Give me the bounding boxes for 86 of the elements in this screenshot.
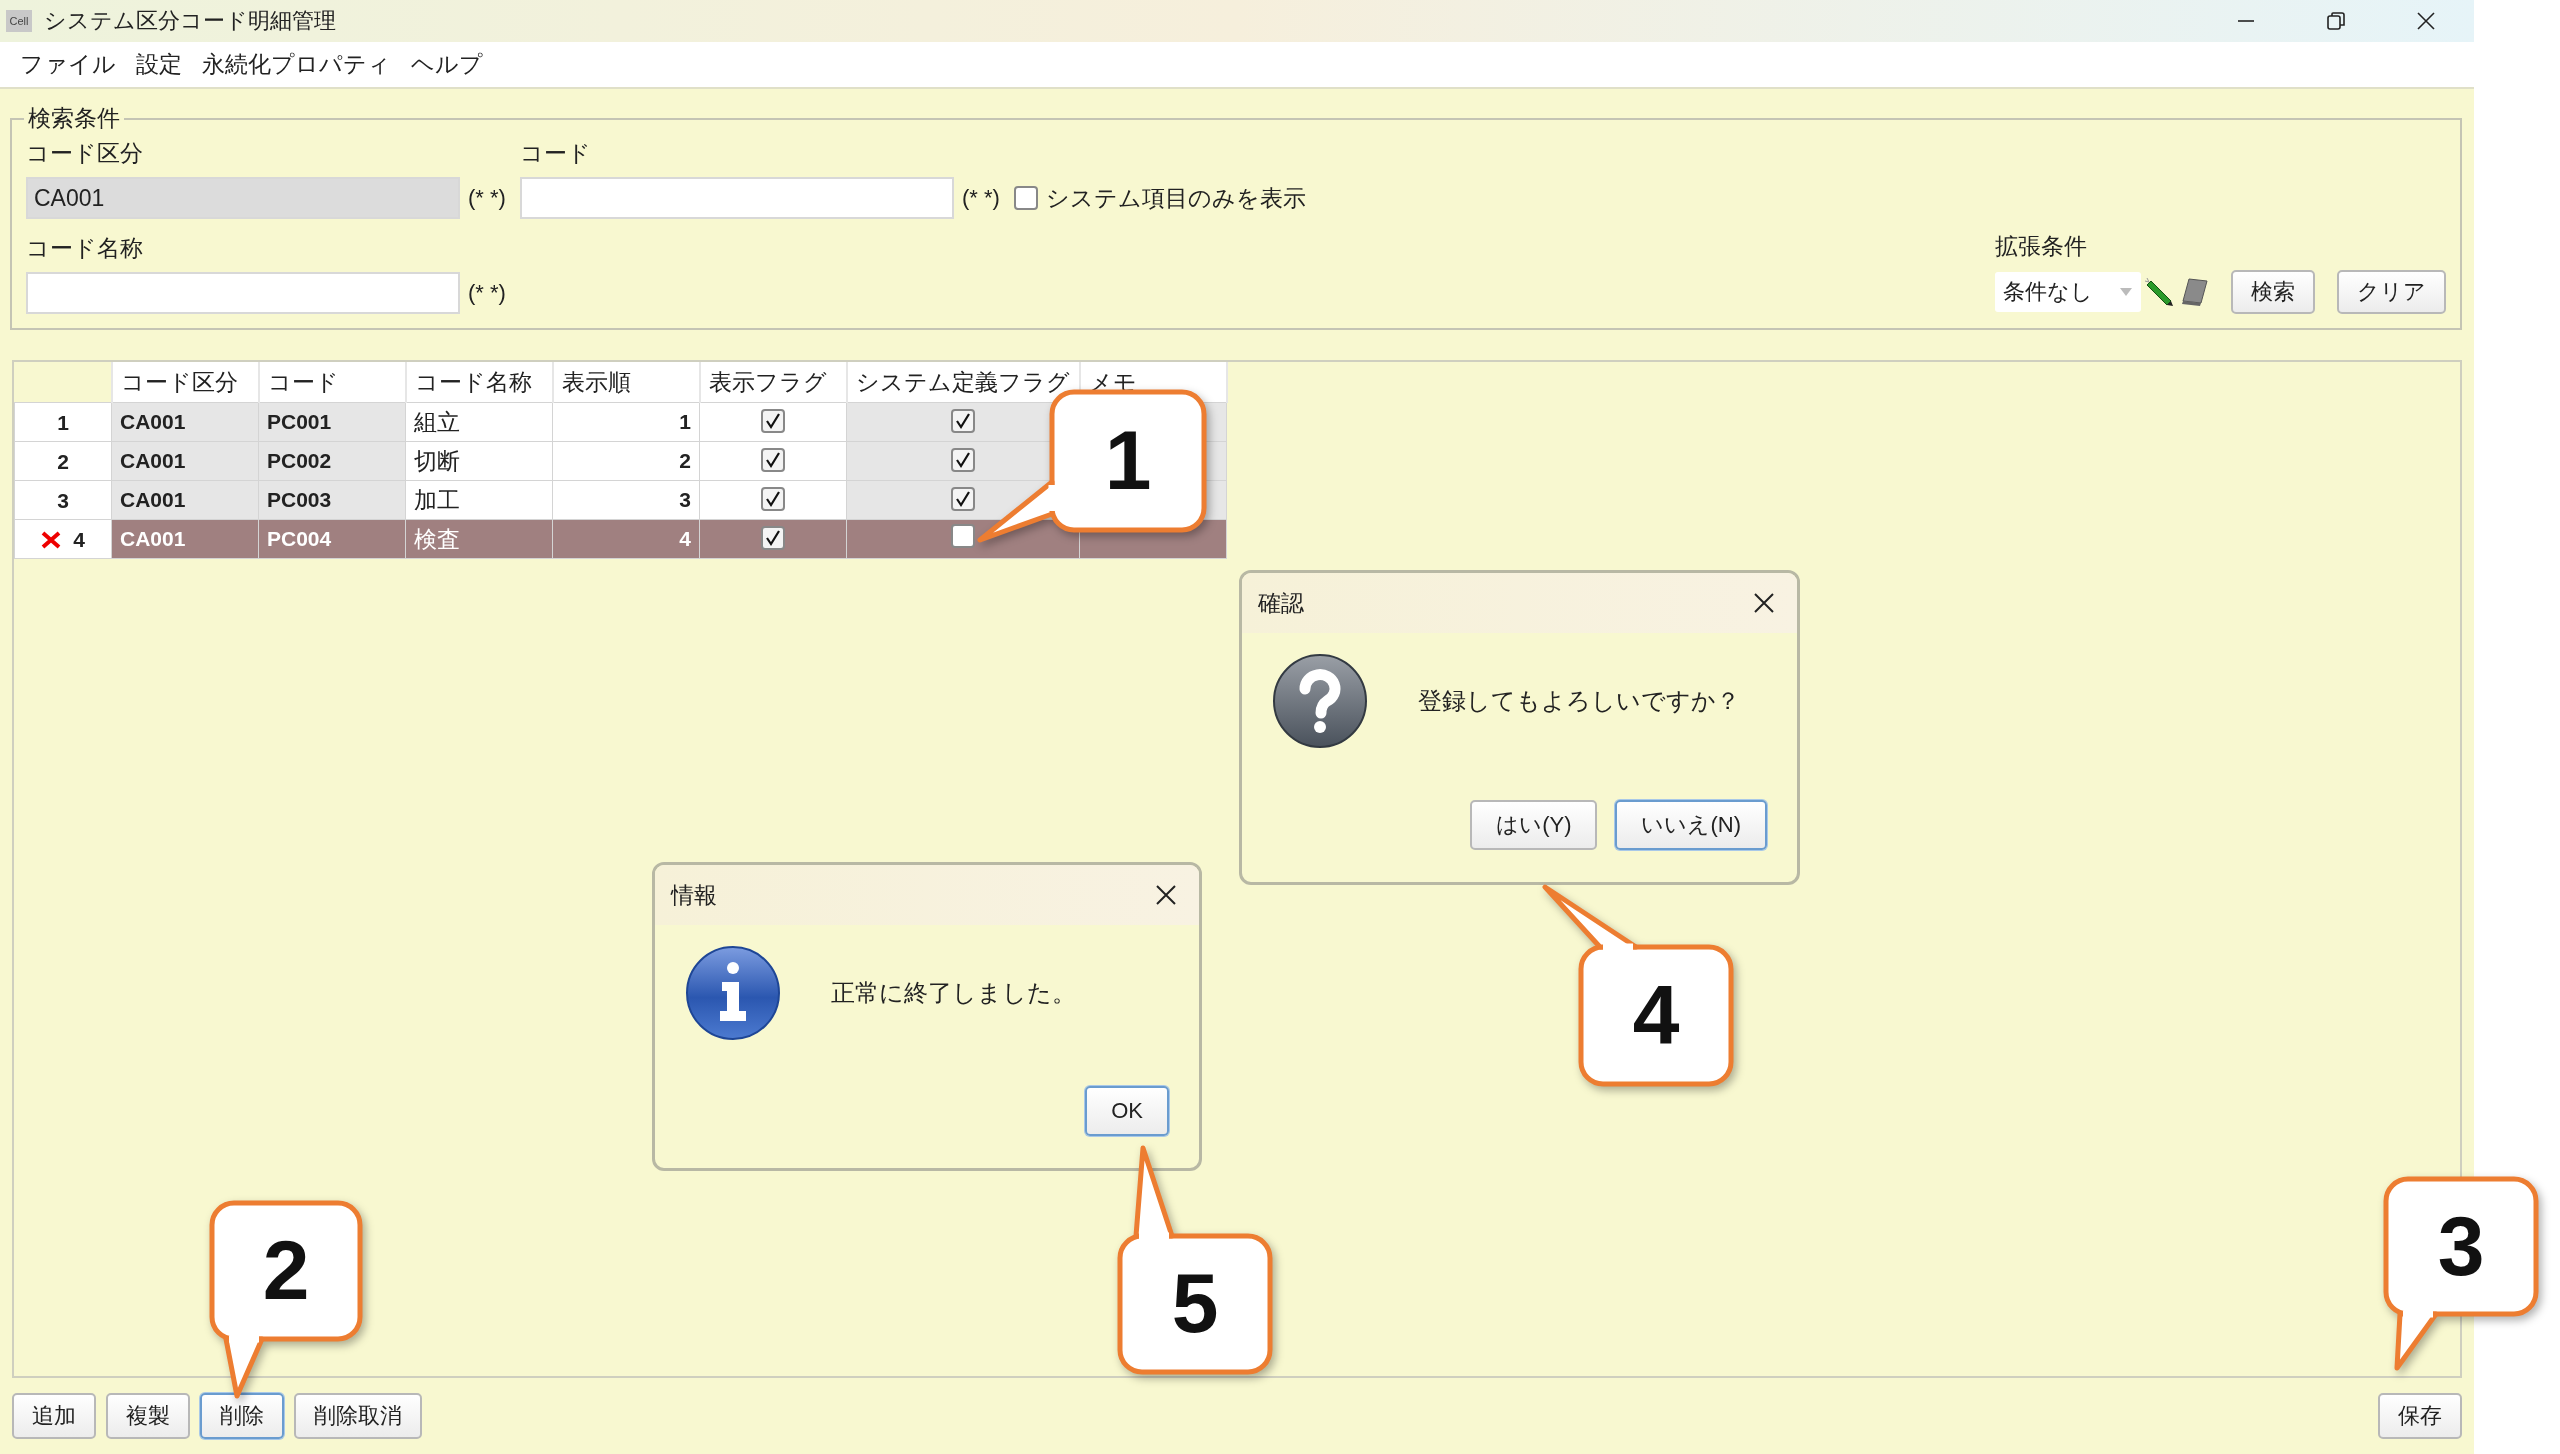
dialog-title: 確認 bbox=[1258, 588, 1304, 618]
checkbox[interactable] bbox=[951, 408, 975, 433]
dialog-title: 情報 bbox=[671, 880, 717, 910]
dialog-button[interactable]: いいえ(N) bbox=[1615, 800, 1767, 850]
delete-mark-icon bbox=[40, 531, 61, 550]
checkbox-label[interactable]: システム項目のみを表示 bbox=[1045, 182, 1306, 214]
column-header[interactable]: コード bbox=[258, 362, 406, 403]
callout-number: 2 bbox=[262, 1223, 310, 1317]
required-mark: (* *) bbox=[468, 280, 506, 306]
column-header[interactable]: コード区分 bbox=[111, 362, 259, 403]
close-icon[interactable] bbox=[2416, 11, 2436, 31]
restore-icon[interactable] bbox=[2326, 11, 2346, 31]
caret-icon bbox=[2119, 287, 2133, 297]
save-button[interactable]: 保存 bbox=[2378, 1393, 2462, 1439]
callout-number: 4 bbox=[1632, 967, 1680, 1062]
table-cell: 1 bbox=[552, 402, 700, 442]
field-label: コード bbox=[519, 139, 592, 168]
checkbox[interactable] bbox=[761, 447, 785, 472]
input-field[interactable] bbox=[26, 272, 460, 314]
menu-item[interactable]: 永続化プロパティ bbox=[202, 49, 391, 80]
table-cell: PC001 bbox=[258, 402, 406, 442]
row-number: 2 bbox=[57, 449, 69, 473]
required-mark: (* *) bbox=[468, 185, 506, 211]
menu-item[interactable]: ファイル bbox=[20, 49, 116, 80]
callout-number: 5 bbox=[1171, 1256, 1219, 1350]
checkbox[interactable] bbox=[1013, 186, 1038, 210]
table-cell: 検査 bbox=[405, 519, 553, 559]
info-icon bbox=[685, 945, 781, 1041]
column-header[interactable]: システム定義フラグ bbox=[846, 362, 1080, 403]
pencil-icon[interactable] bbox=[2145, 277, 2175, 307]
row-number: 3 bbox=[57, 488, 69, 512]
group-title: 検索条件 bbox=[27, 104, 121, 133]
table-cell: 切断 bbox=[405, 441, 553, 481]
eraser-icon[interactable] bbox=[2179, 277, 2209, 307]
table-cell: CA001 bbox=[111, 519, 259, 559]
row-number: 1 bbox=[57, 410, 69, 434]
row-header[interactable]: 1 bbox=[14, 402, 112, 442]
search-bar-button[interactable]: クリア bbox=[2337, 270, 2446, 314]
column-header[interactable]: 表示順 bbox=[552, 362, 700, 403]
condition-dropdown[interactable]: 条件なし bbox=[1995, 272, 2141, 312]
table-cell: CA001 bbox=[111, 480, 259, 520]
table-cell: CA001 bbox=[111, 402, 259, 442]
row-header[interactable]: 4 bbox=[14, 519, 112, 559]
table-cell: 加工 bbox=[405, 480, 553, 520]
checkbox[interactable] bbox=[951, 486, 975, 511]
checkbox[interactable] bbox=[761, 525, 785, 550]
dialog-message: 正常に終了しました。 bbox=[831, 978, 1076, 1008]
table-cell: PC003 bbox=[258, 480, 406, 520]
table-cell: 4 bbox=[552, 519, 700, 559]
close-icon[interactable] bbox=[1155, 884, 1177, 906]
table-cell: 3 bbox=[552, 480, 700, 520]
field-label: 拡張条件 bbox=[1995, 232, 2088, 261]
checkbox[interactable] bbox=[951, 447, 975, 472]
input-field[interactable] bbox=[519, 177, 954, 219]
checkbox[interactable] bbox=[761, 408, 785, 433]
row-number: 4 bbox=[73, 527, 86, 551]
row-header[interactable]: 2 bbox=[14, 441, 112, 481]
menu-item[interactable]: 設定 bbox=[136, 49, 182, 80]
dialog-message: 登録してもよろしいですか？ bbox=[1418, 686, 1740, 716]
dialog-button[interactable]: OK bbox=[1085, 1086, 1169, 1136]
column-header[interactable]: コード名称 bbox=[405, 362, 553, 403]
table-cell: 2 bbox=[552, 441, 700, 481]
close-icon[interactable] bbox=[1753, 592, 1775, 614]
column-header[interactable]: 表示フラグ bbox=[699, 362, 847, 403]
table-cell: 組立 bbox=[405, 402, 553, 442]
table-cell: CA001 bbox=[111, 441, 259, 481]
required-mark: (* *) bbox=[961, 185, 1000, 211]
callout-number: 3 bbox=[2437, 1198, 2485, 1293]
table-cell: PC004 bbox=[258, 519, 406, 559]
callout-number: 1 bbox=[1104, 413, 1152, 507]
search-bar-button[interactable]: 検索 bbox=[2231, 270, 2315, 314]
window-title: システム区分コード明細管理 bbox=[44, 7, 336, 35]
field-label: コード区分 bbox=[26, 139, 144, 168]
question-icon bbox=[1272, 653, 1368, 749]
toolbar-button[interactable]: 削除 bbox=[200, 1393, 284, 1439]
row-header[interactable]: 3 bbox=[14, 480, 112, 520]
table-cell: PC002 bbox=[258, 441, 406, 481]
checkbox[interactable] bbox=[951, 524, 975, 548]
menu-item[interactable]: ヘルプ bbox=[411, 49, 483, 80]
dialog-button[interactable]: はい(Y) bbox=[1470, 800, 1598, 850]
app-icon: Cell bbox=[6, 10, 32, 32]
field-label: コード名称 bbox=[26, 234, 144, 263]
toolbar-button[interactable]: 削除取消 bbox=[294, 1393, 422, 1439]
toolbar-button[interactable]: 複製 bbox=[106, 1393, 190, 1439]
checkbox[interactable] bbox=[761, 486, 785, 511]
toolbar-button[interactable]: 追加 bbox=[12, 1393, 96, 1439]
